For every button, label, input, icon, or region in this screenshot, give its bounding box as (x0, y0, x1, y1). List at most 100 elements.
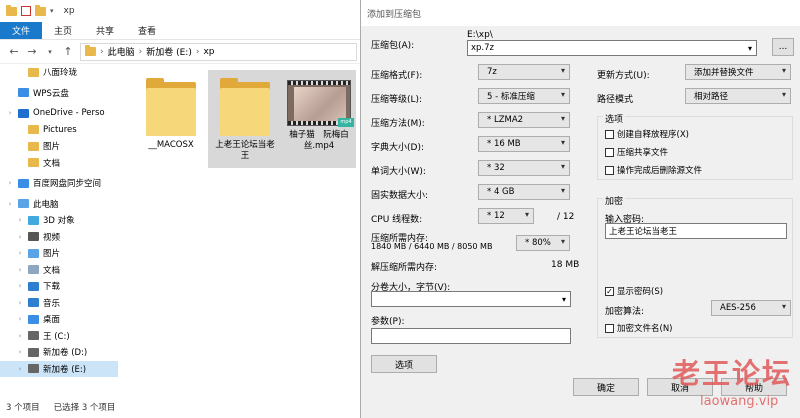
chevron-right-icon[interactable]: › (16, 315, 24, 323)
params-input[interactable] (371, 328, 571, 344)
documents-icon (28, 265, 39, 275)
chevron-down-icon: ▾ (524, 210, 529, 219)
sidebar-item[interactable]: › OneDrive - Perso (0, 105, 118, 122)
sidebar-item-label: 百度网盘同步空间 (33, 179, 102, 190)
file-list: __MACOSX 上老王论坛当老王 mp4 柚子猫 阮梅白丝.mp4 (118, 64, 362, 394)
chevron-right-icon[interactable]: › (16, 216, 24, 224)
sidebar-item[interactable]: › 下载 (0, 278, 118, 295)
mem-percent-select[interactable]: * 80% ▾ (516, 235, 570, 251)
chevron-right-icon[interactable]: › (16, 332, 24, 340)
folder-icon (28, 125, 39, 135)
browse-button[interactable]: ... (772, 38, 794, 56)
delete-source-checkbox[interactable]: 操作完成后删除源文件 (605, 164, 702, 176)
word-select[interactable]: * 32 ▾ (478, 160, 570, 176)
sidebar-item[interactable]: › 3D 对象 (0, 212, 118, 229)
file-explorer-window: ▾ xp 文件 主页 共享 查看 ← → ▾ ↑ › 此电脑 › 新加卷 (E:… (0, 0, 362, 418)
sidebar-item[interactable]: › 此电脑 (0, 196, 118, 213)
properties-icon[interactable] (21, 6, 31, 16)
format-select[interactable]: 7z ▾ (478, 64, 570, 80)
sidebar-item[interactable]: › 新加卷 (D:) (0, 344, 118, 361)
chevron-right-icon[interactable]: › (16, 365, 24, 373)
chevron-right-icon[interactable]: › (6, 109, 14, 117)
level-select[interactable]: 5 - 标准压缩 ▾ (478, 88, 570, 104)
mem-detail: 1840 MB / 6440 MB / 8050 MB (371, 242, 493, 251)
watermark-cn: 老王论坛 (672, 357, 793, 390)
sidebar-item[interactable]: › 新加卷 (E:) (0, 360, 118, 377)
tab-file[interactable]: 文件 (0, 22, 43, 39)
up-arrow-icon[interactable]: ↑ (62, 45, 74, 58)
sidebar-item[interactable]: › 王 (C:) (0, 328, 118, 345)
file-name: 上老王论坛当老王 (215, 140, 275, 161)
video-thumbnail-icon: mp4 (287, 80, 354, 127)
sfx-checkbox[interactable]: 创建自释放程序(X) (605, 128, 689, 140)
chevron-right-icon[interactable]: › (6, 179, 14, 187)
sidebar-item[interactable]: › 百度网盘同步空间 (0, 175, 118, 192)
chevron-right-icon[interactable]: › (16, 249, 24, 257)
forward-arrow-icon[interactable]: → (26, 45, 38, 58)
chevron-down-icon: ▾ (560, 114, 565, 123)
sidebar-item[interactable]: › 音乐 (0, 295, 118, 312)
folder-icon (28, 67, 39, 77)
method-label: 压缩方法(M): (371, 119, 425, 129)
enc-method-select[interactable]: AES-256 ▾ (711, 300, 791, 316)
recent-chevron-icon[interactable]: ▾ (44, 48, 56, 56)
breadcrumb[interactable]: › 此电脑 › 新加卷 (E:) › xp (80, 42, 357, 61)
archive-path: E:\xp\ (467, 30, 493, 40)
baidu-cloud-icon (18, 178, 29, 188)
shared-checkbox[interactable]: 压缩共享文件 (605, 146, 668, 158)
cpu-select[interactable]: * 12 ▾ (478, 208, 534, 224)
chevron-right-icon[interactable]: › (16, 299, 24, 307)
chevron-down-icon: ▾ (560, 138, 565, 147)
encrypt-names-checkbox[interactable]: 加密文件名(N) (605, 322, 673, 334)
archive-name-input[interactable]: xp.7z ▾ (467, 40, 757, 56)
back-arrow-icon[interactable]: ← (8, 45, 20, 58)
breadcrumb-drive-e[interactable]: 新加卷 (E:) (146, 45, 192, 58)
sidebar-item[interactable]: › 视频 (0, 229, 118, 246)
split-size-input[interactable]: ▾ (371, 291, 571, 307)
pathmode-select[interactable]: 相对路径 ▾ (685, 88, 791, 104)
chevron-down-icon[interactable]: ▾ (50, 7, 54, 15)
folder-icon (28, 141, 39, 151)
sidebar-item[interactable]: › 图片 (0, 245, 118, 262)
password-input[interactable]: 上老王论坛当老王 (605, 223, 787, 239)
chevron-right-icon[interactable]: › (16, 348, 24, 356)
sidebar-item[interactable]: 八面玲珑 (0, 64, 118, 81)
solid-label: 固实数据大小: (371, 191, 429, 201)
file-item-laowang-folder[interactable]: 上老王论坛当老王 (208, 70, 282, 168)
solid-select[interactable]: * 4 GB ▾ (478, 184, 570, 200)
sidebar-item[interactable]: › 桌面 (0, 311, 118, 328)
status-bar: 3 个项目 已选择 3 个项目 (0, 395, 362, 418)
drive-icon (28, 331, 39, 341)
breadcrumb-xp[interactable]: xp (203, 47, 214, 57)
options-button[interactable]: 选项 (371, 355, 437, 373)
sidebar-item-label: 王 (C:) (43, 331, 70, 342)
chevron-right-icon[interactable]: › (16, 233, 24, 241)
sidebar-item-label: Pictures (43, 124, 77, 135)
method-select[interactable]: * LZMA2 ▾ (478, 112, 570, 128)
file-item-video[interactable]: mp4 柚子猫 阮梅白丝.mp4 (282, 70, 356, 168)
tab-view[interactable]: 查看 (126, 22, 168, 39)
sidebar-item[interactable]: WPS云盘 (0, 85, 118, 102)
new-folder-icon[interactable] (35, 4, 46, 16)
tab-home[interactable]: 主页 (42, 22, 84, 39)
cpu-max: / 12 (557, 212, 575, 222)
chevron-right-icon[interactable]: › (16, 282, 24, 290)
sidebar-item[interactable]: 文档 (0, 155, 118, 172)
onedrive-icon (18, 108, 29, 118)
encryption-group-title: 加密 (603, 194, 626, 207)
dict-select[interactable]: * 16 MB ▾ (478, 136, 570, 152)
sidebar-item[interactable]: Pictures (0, 122, 118, 139)
show-password-checkbox[interactable]: ✓ 显示密码(S) (605, 285, 663, 297)
breadcrumb-this-pc[interactable]: 此电脑 (108, 45, 135, 58)
selected-count: 已选择 3 个项目 (53, 402, 116, 413)
ok-button[interactable]: 确定 (573, 378, 639, 396)
chevron-right-icon[interactable]: › (6, 200, 14, 208)
update-select[interactable]: 添加并替换文件 ▾ (685, 64, 791, 80)
archive-label: 压缩包(A): (371, 41, 415, 51)
sidebar-item[interactable]: › 文档 (0, 262, 118, 279)
chevron-right-icon[interactable]: › (16, 266, 24, 274)
chevron-down-icon: ▾ (560, 162, 565, 171)
tab-share[interactable]: 共享 (84, 22, 126, 39)
sidebar-item[interactable]: 图片 (0, 138, 118, 155)
file-item-macosx[interactable]: __MACOSX (134, 70, 208, 156)
